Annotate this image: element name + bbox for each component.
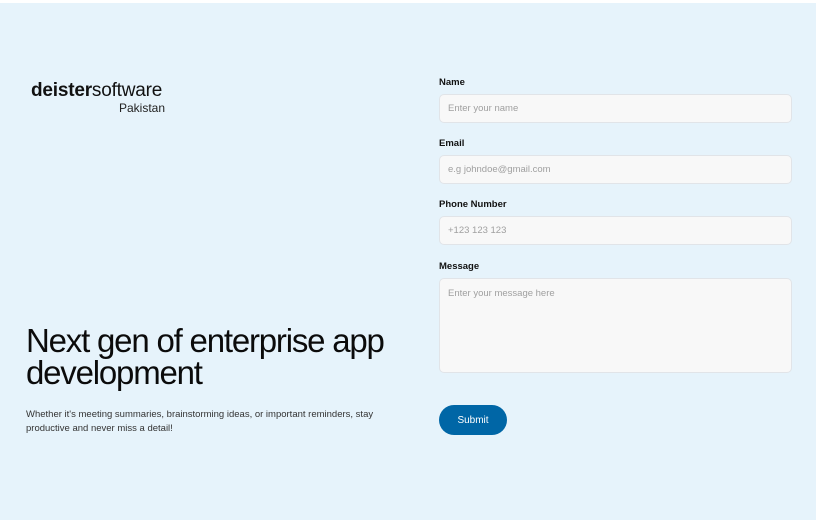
message-textarea[interactable] xyxy=(439,278,792,373)
email-label: Email xyxy=(439,138,465,149)
phone-input[interactable] xyxy=(439,216,792,245)
name-input[interactable] xyxy=(439,94,792,123)
phone-label: Phone Number xyxy=(439,199,507,210)
submit-button[interactable]: Submit xyxy=(439,405,507,435)
contact-page: deistersoftware Pakistan Next gen of ent… xyxy=(0,3,816,520)
message-label: Message xyxy=(439,261,480,272)
brand-name-light: software xyxy=(91,80,163,101)
brand-name-bold: deister xyxy=(31,80,92,101)
email-input[interactable] xyxy=(439,155,792,184)
brand-wordmark: deistersoftware xyxy=(31,81,165,101)
brand-logo: deistersoftware Pakistan xyxy=(31,81,165,116)
name-label: Name xyxy=(439,77,465,88)
hero-title: Next gen of enterprise app development xyxy=(26,322,385,391)
brand-region: Pakistan xyxy=(118,101,165,115)
hero-subtitle: Whether it's meeting summaries, brainsto… xyxy=(26,409,374,434)
